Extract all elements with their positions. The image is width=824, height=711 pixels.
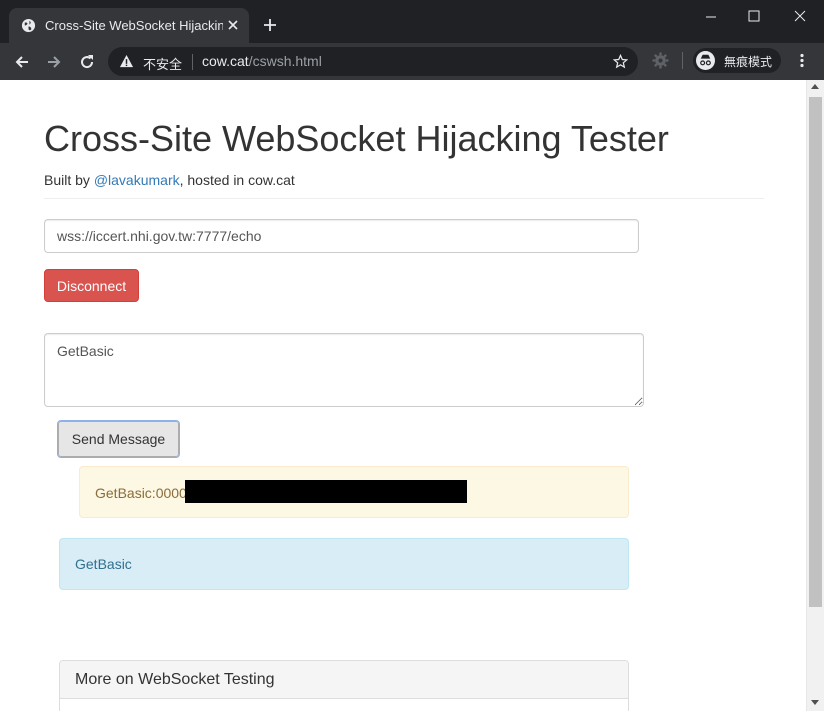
- byline: Built by @lavakumark, hosted in cow.cat: [44, 172, 295, 188]
- sent-text: GetBasic: [75, 556, 132, 572]
- minimize-icon[interactable]: [703, 8, 719, 24]
- page-title: Cross-Site WebSocket Hijacking Tester: [44, 118, 669, 159]
- reload-icon[interactable]: [78, 53, 96, 71]
- address-bar[interactable]: 不安全 cow.cat/cswsh.html: [108, 47, 638, 76]
- close-icon[interactable]: [225, 17, 241, 33]
- incognito-label: 無痕模式: [724, 55, 773, 69]
- insecure-label[interactable]: 不安全: [143, 54, 182, 73]
- byline-suffix: , hosted in cow.cat: [179, 172, 295, 188]
- scrollbar-thumb[interactable]: [809, 97, 822, 607]
- forward-icon[interactable]: [45, 53, 63, 71]
- redaction-bar: [185, 480, 467, 503]
- incognito-icon: [696, 51, 715, 70]
- author-link[interactable]: @lavakumark: [94, 172, 180, 188]
- response-text: GetBasic:0000: [95, 485, 187, 501]
- globe-icon: [21, 18, 36, 33]
- url-host: cow.cat: [202, 53, 249, 69]
- url-text[interactable]: cow.cat/cswsh.html: [202, 53, 322, 69]
- response-message: GetBasic:0000: [79, 466, 629, 518]
- browser-tab[interactable]: Cross-Site WebSocket Hijacking Tester: [9, 8, 249, 43]
- websocket-url-input[interactable]: [44, 219, 639, 253]
- sent-message: GetBasic: [59, 538, 629, 590]
- scroll-up-arrow-icon[interactable]: [811, 84, 819, 89]
- send-message-button[interactable]: Send Message: [57, 420, 180, 458]
- back-icon[interactable]: [13, 53, 31, 71]
- menu-icon[interactable]: [796, 52, 808, 69]
- browser-titlebar: Cross-Site WebSocket Hijacking Tester: [0, 0, 824, 43]
- scroll-down-arrow-icon[interactable]: [811, 700, 819, 705]
- divider: [44, 198, 764, 199]
- star-icon[interactable]: [613, 54, 628, 69]
- page-viewport: Cross-Site WebSocket Hijacking Tester Bu…: [0, 80, 806, 711]
- incognito-badge[interactable]: 無痕模式: [693, 48, 781, 73]
- message-textarea[interactable]: GetBasic: [44, 333, 644, 407]
- browser-toolbar: 不安全 cow.cat/cswsh.html 無痕模式: [0, 43, 824, 80]
- panel-heading: More on WebSocket Testing: [60, 661, 628, 699]
- maximize-icon[interactable]: [746, 8, 762, 24]
- close-icon[interactable]: [792, 8, 808, 24]
- toolbar-separator: [682, 52, 683, 69]
- url-path: /cswsh.html: [248, 53, 322, 69]
- disconnect-button[interactable]: Disconnect: [44, 269, 139, 302]
- omnibox-separator: [192, 54, 193, 70]
- gear-icon[interactable]: [652, 52, 669, 69]
- tab-title: Cross-Site WebSocket Hijacking Tester: [45, 18, 223, 33]
- scrollbar[interactable]: [806, 80, 824, 711]
- byline-prefix: Built by: [44, 172, 94, 188]
- more-info-panel: More on WebSocket Testing: [59, 660, 629, 711]
- warning-icon[interactable]: [119, 54, 134, 69]
- plus-icon[interactable]: [262, 17, 278, 33]
